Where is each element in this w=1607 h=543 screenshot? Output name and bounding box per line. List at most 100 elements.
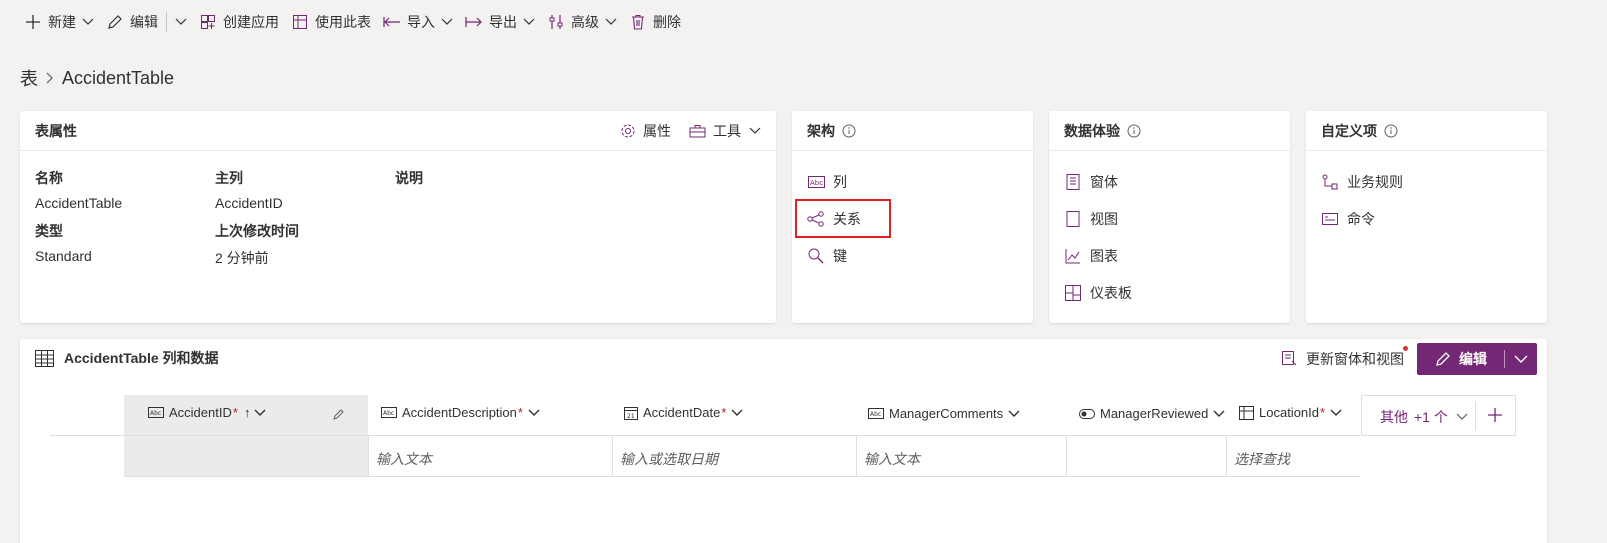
chevron-down-icon (1456, 413, 1468, 421)
add-column-button[interactable] (1487, 407, 1503, 423)
column-header-managercomments[interactable]: Abc ManagerComments (868, 406, 1020, 421)
toggle-icon (1079, 408, 1095, 419)
chevron-right-icon (46, 72, 54, 84)
view-icon (1064, 210, 1082, 228)
chevron-down-icon (749, 127, 761, 135)
export-button[interactable]: 导出 (459, 6, 541, 38)
gear-icon (620, 123, 636, 139)
new-button[interactable]: 新建 (18, 6, 100, 38)
column-header-accidentid[interactable]: Abc AccidentID * ↑ (148, 405, 266, 420)
edit-button[interactable]: 编辑 (100, 6, 164, 38)
table-use-icon (291, 13, 309, 31)
text-column-icon: Abc (381, 407, 397, 418)
column-header-accidentdate[interactable]: 21 AccidentDate * (624, 405, 743, 420)
import-arrow-icon (383, 13, 401, 31)
edit-dropdown[interactable] (169, 6, 193, 38)
form-refresh-icon (1282, 351, 1298, 367)
required-marker: * (232, 405, 238, 420)
breadcrumb: 表 AccidentTable (20, 66, 174, 90)
date-input-placeholder[interactable]: 输入或选取日期 (620, 449, 718, 469)
divider (1504, 350, 1505, 368)
keys-link[interactable]: 键 (807, 246, 847, 266)
advanced-label: 高级 (571, 14, 599, 30)
relationships-link[interactable]: 关系 (807, 209, 861, 229)
required-marker: * (721, 405, 727, 420)
text-column-icon: Abc (868, 408, 884, 419)
views-link[interactable]: 视图 (1064, 209, 1118, 229)
svg-text:Abc: Abc (870, 411, 881, 418)
card-header: 架构 (792, 111, 1033, 151)
edit-label: 编辑 (130, 14, 158, 30)
business-rules-link[interactable]: 业务规则 (1321, 172, 1403, 192)
comments-input-placeholder[interactable]: 输入文本 (864, 449, 920, 469)
keys-label: 键 (833, 248, 847, 264)
relationship-icon (807, 210, 825, 228)
more-columns-label: 其他 (1380, 409, 1408, 425)
sliders-icon (547, 13, 565, 31)
create-app-button[interactable]: 创建应用 (193, 6, 285, 38)
card-header: 自定义项 (1306, 111, 1547, 151)
use-table-button[interactable]: 使用此表 (285, 6, 377, 38)
lookup-input-placeholder[interactable]: 选择查找 (1234, 449, 1290, 469)
charts-link[interactable]: 图表 (1064, 246, 1118, 266)
edit-label: 编辑 (1459, 351, 1487, 367)
col-divider (856, 436, 857, 476)
info-icon[interactable] (1384, 124, 1398, 138)
column-header-accidentdescription[interactable]: Abc AccidentDescription * (381, 405, 540, 420)
divider (166, 12, 167, 32)
plus-icon (24, 13, 42, 31)
chevron-down-icon (175, 18, 187, 26)
chevron-down-icon[interactable] (82, 18, 94, 26)
properties-button[interactable]: 属性 (620, 121, 671, 141)
info-icon[interactable] (1127, 124, 1141, 138)
card-title: 表属性 (35, 122, 77, 139)
text-column-icon: Abc (807, 173, 825, 191)
col-divider (1226, 436, 1227, 476)
card-title: 自定义项 (1321, 122, 1377, 139)
required-marker: * (1320, 405, 1326, 420)
col-divider (1066, 436, 1067, 476)
col-divider (612, 436, 613, 476)
command-bar: 新建 编辑 创建应用 使用此表 导入 导出 高级 删除 (0, 0, 1607, 44)
column-header-locationid[interactable]: LocationId * (1239, 405, 1342, 420)
chevron-down-icon[interactable] (1514, 355, 1528, 364)
edit-column-icon[interactable] (332, 407, 346, 421)
table-properties-card: 表属性 属性 工具 名称 AccidentTable 类型 Standard 主… (20, 111, 776, 323)
description-input-placeholder[interactable]: 输入文本 (376, 449, 432, 469)
column-name: LocationId (1259, 405, 1319, 420)
info-icon[interactable] (842, 124, 856, 138)
import-button[interactable]: 导入 (377, 6, 459, 38)
chevron-down-icon (528, 409, 540, 417)
chevron-down-icon (1330, 409, 1342, 417)
advanced-button[interactable]: 高级 (541, 6, 623, 38)
primary-column-value: AccidentID (215, 195, 283, 211)
table-icon (35, 349, 54, 367)
svg-text:Abc: Abc (810, 179, 823, 187)
edit-primary-button[interactable]: 编辑 (1417, 343, 1537, 375)
lookup-icon (1239, 405, 1254, 420)
tools-label: 工具 (713, 122, 741, 139)
text-column-icon: Abc (148, 407, 164, 418)
columns-link[interactable]: Abc 列 (807, 172, 847, 192)
type-value: Standard (35, 248, 92, 264)
breadcrumb-root-link[interactable]: 表 (20, 65, 38, 91)
name-label: 名称 (35, 170, 63, 186)
more-columns-button[interactable]: 其他 +1 个 (1380, 407, 1468, 427)
more-columns-count: +1 个 (1414, 409, 1448, 425)
calendar-icon: 21 (624, 406, 638, 420)
dashboards-link[interactable]: 仪表板 (1064, 283, 1132, 303)
column-name: ManagerReviewed (1100, 406, 1209, 421)
schema-card: 架构 Abc 列 关系 键 (792, 111, 1033, 323)
forms-link[interactable]: 窗体 (1064, 172, 1118, 192)
delete-button[interactable]: 删除 (623, 6, 687, 38)
commands-link[interactable]: 命令 (1321, 209, 1375, 229)
tools-button[interactable]: 工具 (689, 121, 761, 141)
business-rules-label: 业务规则 (1347, 174, 1403, 190)
last-modified-label: 上次修改时间 (215, 223, 299, 239)
panel-title: AccidentTable 列和数据 (64, 350, 219, 366)
use-table-label: 使用此表 (315, 14, 371, 30)
export-arrow-icon (465, 13, 483, 31)
form-icon (1064, 173, 1082, 191)
update-forms-views-button[interactable]: 更新窗体和视图 (1282, 346, 1408, 369)
column-header-managerreviewed[interactable]: ManagerReviewed (1079, 406, 1225, 421)
